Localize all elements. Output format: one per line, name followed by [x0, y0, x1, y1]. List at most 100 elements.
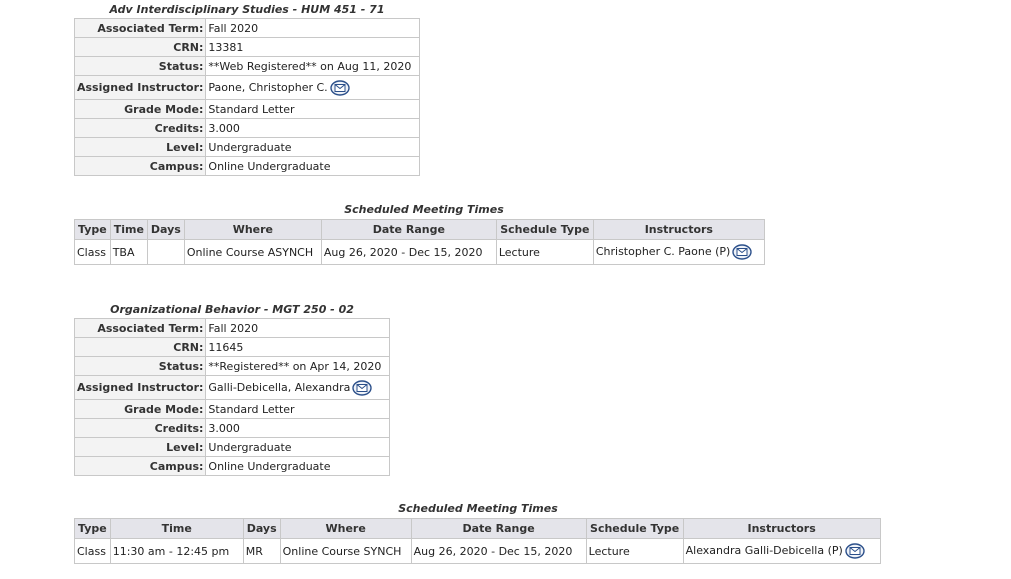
credits-value: 3.000: [205, 118, 420, 138]
meeting-times-table: Type Time Days Where Date Range Schedule…: [74, 219, 765, 265]
level-label: Level:: [73, 137, 207, 157]
grade-mode-value: Standard Letter: [205, 99, 420, 119]
info-row-crn: CRN: 13381: [73, 37, 420, 57]
col-time: Time: [109, 219, 148, 240]
info-row-instructor: Assigned Instructor: Galli-Debicella, Al…: [73, 375, 390, 400]
meeting-where: Online Course SYNCH: [279, 538, 412, 564]
meeting-instructor-cell: Alexandra Galli-Debicella (P): [682, 538, 881, 564]
info-row-credits: Credits: 3.000: [73, 118, 420, 138]
meeting-header-row: Type Time Days Where Date Range Schedule…: [74, 219, 765, 240]
meeting-date-range: Aug 26, 2020 - Dec 15, 2020: [320, 239, 497, 265]
course-section-2: Organizational Behavior - MGT 250 - 02 A…: [73, 302, 390, 476]
meeting-days: MR: [242, 538, 281, 564]
email-envelope-icon[interactable]: [329, 79, 350, 96]
campus-label: Campus:: [73, 456, 207, 476]
info-row-instructor: Assigned Instructor: Paone, Christopher …: [73, 75, 420, 100]
info-row-credits: Credits: 3.000: [73, 418, 390, 438]
info-row-status: Status: **Registered** on Apr 14, 2020: [73, 356, 390, 376]
crn-label: CRN:: [73, 37, 207, 57]
meeting-schedule-type: Lecture: [495, 239, 594, 265]
info-row-term: Associated Term: Fall 2020: [73, 18, 420, 38]
col-instructors: Instructors: [682, 518, 881, 539]
info-row-level: Level: Undergraduate: [73, 137, 420, 157]
meeting-time: TBA: [109, 239, 148, 265]
credits-label: Credits:: [73, 418, 207, 438]
col-schedule-type: Schedule Type: [585, 518, 684, 539]
course-info-table: Associated Term: Fall 2020 CRN: 13381 St…: [73, 18, 420, 176]
meeting-row: Class TBA Online Course ASYNCH Aug 26, 2…: [74, 239, 765, 265]
term-label: Associated Term:: [73, 18, 207, 38]
meeting-times-section-2: Scheduled Meeting Times Type Time Days W…: [74, 500, 882, 564]
col-instructors: Instructors: [592, 219, 765, 240]
col-where: Where: [183, 219, 322, 240]
meeting-time: 11:30 am - 12:45 pm: [109, 538, 244, 564]
course-title: Adv Interdisciplinary Studies - HUM 451 …: [109, 3, 385, 16]
info-row-status: Status: **Web Registered** on Aug 11, 20…: [73, 56, 420, 76]
grade-mode-value: Standard Letter: [205, 399, 390, 419]
info-row-grade-mode: Grade Mode: Standard Letter: [73, 99, 420, 119]
level-label: Level:: [73, 437, 207, 457]
course-title: Organizational Behavior - MGT 250 - 02: [110, 303, 354, 316]
email-envelope-icon[interactable]: [352, 379, 373, 396]
grade-mode-label: Grade Mode:: [73, 399, 207, 419]
term-value: Fall 2020: [205, 18, 420, 38]
instructor-label: Assigned Instructor:: [73, 375, 207, 400]
info-row-campus: Campus: Online Undergraduate: [73, 156, 420, 176]
col-type: Type: [74, 219, 111, 240]
crn-label: CRN:: [73, 337, 207, 357]
meeting-instructor-cell: Christopher C. Paone (P): [592, 239, 765, 265]
meeting-date-range: Aug 26, 2020 - Dec 15, 2020: [410, 538, 587, 564]
status-label: Status:: [73, 356, 207, 376]
term-label: Associated Term:: [73, 318, 207, 338]
crn-value: 11645: [205, 337, 390, 357]
status-label: Status:: [73, 56, 207, 76]
campus-value: Online Undergraduate: [205, 156, 420, 176]
email-envelope-icon[interactable]: [732, 244, 753, 260]
meeting-times-section-1: Scheduled Meeting Times Type Time Days W…: [74, 201, 774, 265]
crn-value: 13381: [205, 37, 420, 57]
meeting-times-table: Type Time Days Where Date Range Schedule…: [74, 518, 881, 564]
instructor-cell: Galli-Debicella, Alexandra: [205, 375, 390, 400]
credits-value: 3.000: [205, 418, 390, 438]
info-row-grade-mode: Grade Mode: Standard Letter: [73, 399, 390, 419]
instructor-name: Galli-Debicella, Alexandra: [208, 380, 351, 394]
col-schedule-type: Schedule Type: [495, 219, 594, 240]
col-days: Days: [146, 219, 185, 240]
col-days: Days: [242, 518, 281, 539]
col-where: Where: [279, 518, 412, 539]
meeting-schedule-type: Lecture: [585, 538, 684, 564]
course-section-1: Adv Interdisciplinary Studies - HUM 451 …: [73, 2, 420, 176]
col-date-range: Date Range: [320, 219, 497, 240]
meeting-where: Online Course ASYNCH: [183, 239, 322, 265]
course-info-table: Associated Term: Fall 2020 CRN: 11645 St…: [73, 318, 390, 476]
instructor-cell: Paone, Christopher C.: [205, 75, 420, 100]
term-value: Fall 2020: [205, 318, 390, 338]
meeting-times-caption: Scheduled Meeting Times: [344, 203, 504, 216]
col-date-range: Date Range: [410, 518, 587, 539]
level-value: Undergraduate: [205, 437, 390, 457]
meeting-instructor-name: Alexandra Galli-Debicella (P): [685, 544, 843, 557]
meeting-instructor-name: Christopher C. Paone (P): [595, 245, 731, 258]
meeting-type: Class: [74, 538, 111, 564]
meeting-times-caption: Scheduled Meeting Times: [398, 502, 558, 515]
meeting-row: Class 11:30 am - 12:45 pm MR Online Cour…: [74, 538, 881, 564]
info-row-level: Level: Undergraduate: [73, 437, 390, 457]
meeting-header-row: Type Time Days Where Date Range Schedule…: [74, 518, 881, 539]
instructor-name: Paone, Christopher C.: [208, 80, 328, 94]
status-value: **Registered** on Apr 14, 2020: [205, 356, 390, 376]
instructor-label: Assigned Instructor:: [73, 75, 207, 100]
info-row-crn: CRN: 11645: [73, 337, 390, 357]
meeting-type: Class: [74, 239, 111, 265]
col-type: Type: [74, 518, 111, 539]
grade-mode-label: Grade Mode:: [73, 99, 207, 119]
credits-label: Credits:: [73, 118, 207, 138]
info-row-term: Associated Term: Fall 2020: [73, 318, 390, 338]
campus-label: Campus:: [73, 156, 207, 176]
meeting-days: [146, 239, 185, 265]
campus-value: Online Undergraduate: [205, 456, 390, 476]
status-value: **Web Registered** on Aug 11, 2020: [205, 56, 420, 76]
info-row-campus: Campus: Online Undergraduate: [73, 456, 390, 476]
col-time: Time: [109, 518, 244, 539]
level-value: Undergraduate: [205, 137, 420, 157]
email-envelope-icon[interactable]: [845, 543, 865, 559]
